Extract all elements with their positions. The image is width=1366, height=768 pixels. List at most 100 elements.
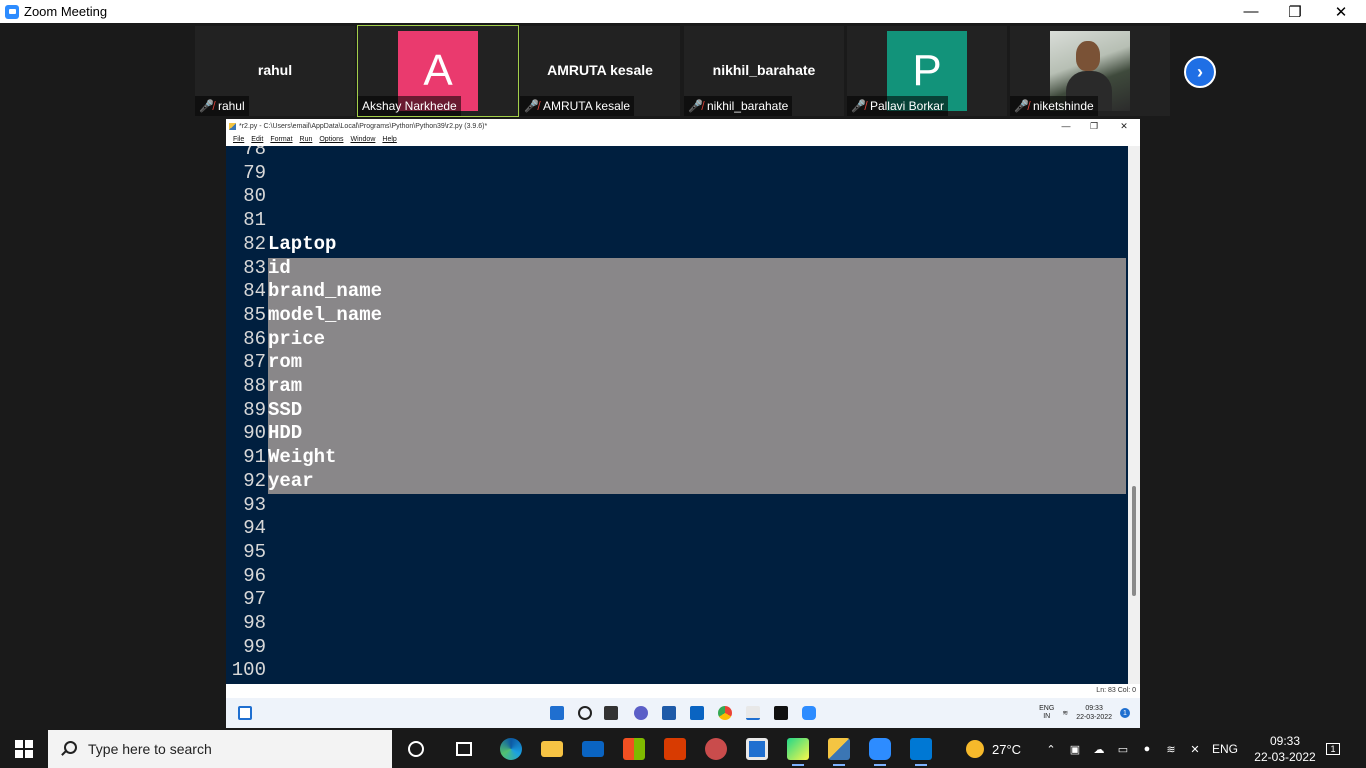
task-view-icon[interactable] — [450, 735, 478, 763]
battery-icon[interactable]: ▭ — [1115, 741, 1131, 757]
code-line[interactable]: 96 — [226, 564, 268, 588]
pycharm-icon[interactable] — [784, 735, 812, 766]
weather-widget[interactable]: 27°C — [966, 730, 1021, 768]
menu-file[interactable]: File — [233, 136, 244, 143]
wifi-icon[interactable]: ≋ — [1163, 741, 1179, 757]
app-window-icon[interactable] — [743, 735, 771, 763]
participant-tile-rahul[interactable]: rahul 🎤̸ rahul — [195, 26, 355, 116]
menu-help[interactable]: Help — [382, 136, 396, 143]
line-number: 83 — [243, 256, 266, 279]
participant-tile-akshay[interactable]: A Akshay Narkhede — [357, 25, 519, 117]
code-line[interactable]: 81 — [226, 208, 268, 232]
idle-icon[interactable] — [825, 735, 853, 766]
idle-restore-button[interactable]: ❐ — [1080, 119, 1108, 133]
participant-tile-nikhil[interactable]: nikhil_barahate 🎤̸ nikhil_barahate — [684, 26, 844, 116]
mic-muted-icon: 🎤̸ — [524, 99, 539, 113]
idle-menu-bar: File Edit Format Run Options Window Help — [226, 133, 1140, 146]
cortana-icon[interactable] — [402, 735, 430, 763]
idle-close-button[interactable]: ✕ — [1110, 119, 1138, 133]
taskbar-search[interactable]: Type here to search — [48, 730, 392, 768]
participant-tile-pallavi[interactable]: P 🎤̸ Pallavi Borkar — [847, 26, 1007, 116]
microphone-icon[interactable]: ● — [1139, 741, 1155, 757]
line-number: 97 — [243, 588, 266, 611]
line-number: 94 — [243, 517, 266, 540]
minimize-button[interactable]: — — [1228, 0, 1274, 23]
chevron-up-icon[interactable]: ⌃ — [1043, 741, 1059, 757]
code-line[interactable]: 94 — [226, 516, 268, 540]
menu-format[interactable]: Format — [270, 136, 292, 143]
office-icon[interactable] — [661, 735, 689, 763]
participant-label-text: Pallavi Borkar — [869, 99, 944, 113]
editor-scrollbar[interactable] — [1128, 146, 1140, 684]
task-view-icon — [604, 706, 618, 720]
zoom-icon — [802, 706, 816, 720]
participant-label-text: rahul — [217, 99, 245, 113]
edge-icon[interactable] — [497, 735, 525, 763]
menu-run[interactable]: Run — [300, 136, 313, 143]
code-line[interactable]: 86 price — [226, 327, 325, 351]
code-line[interactable]: 87 rom — [226, 350, 302, 374]
participant-label: 🎤̸ niketshinde — [1010, 96, 1098, 116]
code-line[interactable]: 83 id — [226, 256, 291, 280]
code-line[interactable]: 93 — [226, 493, 268, 517]
menu-edit[interactable]: Edit — [251, 136, 263, 143]
cursor-position: Ln: 83 Col: 0 — [1096, 687, 1136, 694]
code-line[interactable]: 79 — [226, 161, 268, 185]
code-line[interactable]: 90 HDD — [226, 421, 302, 445]
code-line[interactable]: 84 brand_name — [226, 279, 382, 303]
code-line[interactable]: 91 Weight — [226, 445, 336, 469]
code-line[interactable]: 85 model_name — [226, 303, 382, 327]
idle-minimize-button[interactable]: — — [1052, 119, 1080, 133]
start-button[interactable] — [0, 730, 48, 768]
search-placeholder: Type here to search — [88, 741, 212, 757]
code-line[interactable]: 97 — [226, 587, 268, 611]
line-text: rom — [268, 351, 303, 374]
clock[interactable]: 09:33 22-03-2022 — [1250, 733, 1320, 765]
store-icon — [662, 706, 676, 720]
restore-button[interactable]: ❐ — [1272, 0, 1318, 23]
volume-muted-icon[interactable]: ✕ — [1187, 741, 1203, 757]
code-editor[interactable]: 78 79 80 81 82 Laptop 83 id 84 brand_name 85 model_… — [226, 146, 1128, 684]
code-line[interactable]: 80 — [226, 184, 268, 208]
line-text: ram — [268, 375, 303, 397]
participant-tile-amruta[interactable]: AMRUTA kesale 🎤̸ AMRUTA kesale — [520, 26, 680, 116]
code-line[interactable]: 88 ram — [226, 374, 302, 398]
participant-name: rahul — [257, 62, 293, 78]
menu-options[interactable]: Options — [319, 136, 343, 143]
code-line[interactable]: 89 SSD — [226, 398, 302, 422]
store-icon[interactable] — [620, 735, 648, 763]
participant-label: 🎤̸ rahul — [195, 96, 249, 116]
onedrive-icon[interactable]: ☁ — [1091, 741, 1107, 757]
code-line[interactable]: 92 year — [226, 469, 313, 493]
language-indicator[interactable]: ENG — [1212, 730, 1238, 768]
code-line[interactable]: 100 — [226, 658, 268, 682]
menu-window[interactable]: Window — [350, 136, 375, 143]
camera-icon[interactable]: ▣ — [1067, 741, 1083, 757]
scrollbar-thumb[interactable] — [1132, 486, 1136, 596]
code-line[interactable]: 82 Laptop — [226, 232, 336, 256]
code-line[interactable]: 78 — [226, 146, 268, 161]
line-text: SSD — [268, 398, 303, 421]
code-line[interactable]: 98 — [226, 611, 268, 635]
mail-icon[interactable] — [579, 735, 607, 763]
vscode-icon[interactable] — [907, 735, 935, 766]
idle-status-bar: Ln: 83 Col: 0 — [226, 684, 1140, 698]
line-number: 84 — [243, 280, 266, 303]
file-explorer-icon[interactable] — [538, 735, 566, 763]
line-number: 99 — [243, 635, 266, 658]
search-icon — [60, 741, 77, 757]
next-page-arrow-icon[interactable]: › — [1184, 56, 1216, 88]
zoom-icon[interactable] — [866, 735, 894, 766]
notification-center-icon[interactable]: 1 — [1322, 739, 1344, 759]
participant-tile-niket[interactable]: 🎤̸ niketshinde — [1010, 26, 1170, 116]
shared-time: 09:33 — [1085, 705, 1103, 712]
close-button[interactable]: ✕ — [1318, 0, 1364, 23]
line-number: 93 — [243, 493, 266, 516]
participant-name: AMRUTA kesale — [547, 62, 653, 78]
code-line[interactable]: 99 — [226, 635, 268, 659]
shared-lang: ENG IN — [1039, 705, 1055, 720]
window-title: Zoom Meeting — [24, 4, 108, 19]
code-line[interactable]: 95 — [226, 540, 268, 564]
line-number: 95 — [243, 540, 266, 563]
snipping-tool-icon[interactable] — [702, 735, 730, 763]
